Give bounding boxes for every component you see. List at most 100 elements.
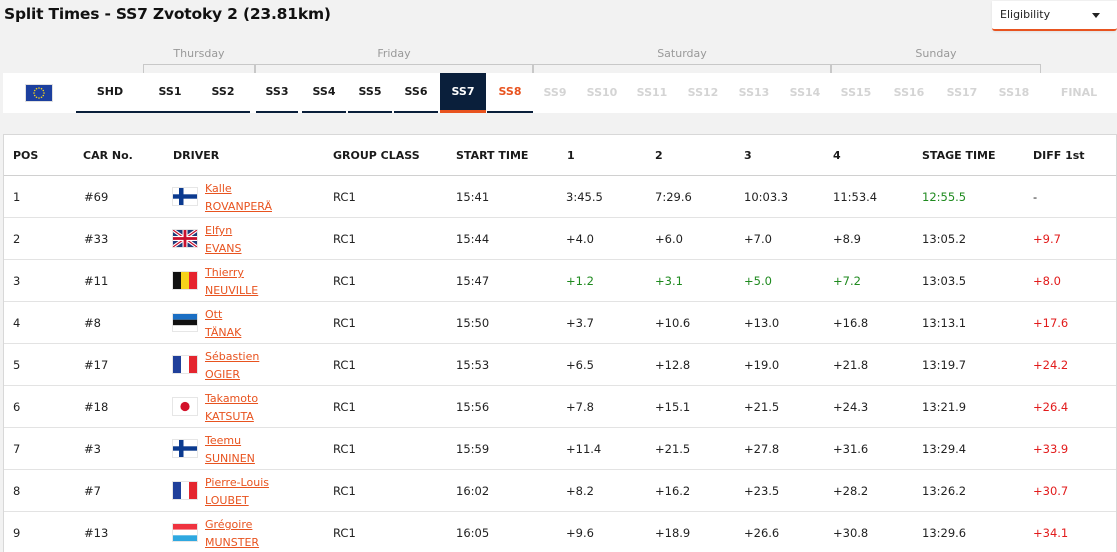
cell-start-time: 15:53 [456,358,490,372]
cell-car-no: #69 [84,190,109,204]
cell-diff-1st: +26.4 [1033,400,1069,414]
cell-start-time: 15:59 [456,442,490,456]
driver-last-name[interactable]: OGIER [205,366,259,384]
cell-diff-1st: +30.7 [1033,484,1069,498]
cell-diff-1st: +33.9 [1033,442,1069,456]
column-header-car-no[interactable]: CAR No. [83,149,133,162]
tab-ss3[interactable]: SS3 [256,73,298,113]
cell-diff-1st: +24.2 [1033,358,1069,372]
driver-first-name[interactable]: Elfyn [205,222,242,240]
cell-car-no: #13 [84,526,109,540]
driver-link[interactable]: Teemu SUNINEN [205,432,255,467]
tab-ss1[interactable]: SS1 [144,73,196,113]
tab-ss8[interactable]: SS8 [487,73,533,113]
day-label-friday: Friday [377,47,411,60]
driver-last-name[interactable]: ROVANPERÄ [205,198,272,216]
cell-split-3: +19.0 [744,358,780,372]
driver-last-name[interactable]: EVANS [205,240,242,258]
tab-ss14[interactable]: SS14 [781,73,829,113]
tab-final[interactable]: FINAL [1053,73,1105,113]
table-row: 4 #8 Ott TÄNAK RC1 15:50 +3.7 +10.6 +13.… [4,302,1116,344]
driver-link[interactable]: Sébastien OGIER [205,348,259,383]
eu-flag-icon[interactable] [25,84,53,102]
column-header-split-3[interactable]: 3 [744,149,752,162]
driver-first-name[interactable]: Pierre-Louis [205,474,269,492]
cell-split-1: +1.2 [566,274,594,288]
driver-last-name[interactable]: LOUBET [205,492,269,510]
day-label-sunday: Sunday [915,47,957,60]
cell-split-4: +8.9 [833,232,861,246]
cell-pos: 2 [13,232,21,246]
driver-first-name[interactable]: Ott [205,306,241,324]
cell-pos: 7 [13,442,21,456]
tab-ss16[interactable]: SS16 [885,73,933,113]
tab-ss5[interactable]: SS5 [348,73,392,113]
cell-car-no: #3 [84,442,101,456]
driver-link[interactable]: Kalle ROVANPERÄ [205,180,272,215]
driver-last-name[interactable]: MUNSTER [205,534,259,552]
driver-first-name[interactable]: Thierry [205,264,258,282]
driver-last-name[interactable]: SUNINEN [205,450,255,468]
driver-first-name[interactable]: Takamoto [205,390,258,408]
tab-shd[interactable]: SHD [76,73,144,113]
estonia-flag-icon [172,313,198,332]
day-bracket-sunday [831,64,1041,73]
cell-start-time: 15:44 [456,232,490,246]
tab-ss12[interactable]: SS12 [679,73,727,113]
cell-group-class: RC1 [333,190,356,204]
column-header-diff-1st[interactable]: DIFF 1st [1033,149,1085,162]
day-bracket-thursday [143,64,255,73]
chevron-down-icon[interactable] [1092,13,1100,18]
tab-ss13[interactable]: SS13 [730,73,778,113]
driver-link[interactable]: Pierre-Louis LOUBET [205,474,269,509]
driver-last-name[interactable]: NEUVILLE [205,282,258,300]
driver-first-name[interactable]: Grégoire [205,516,259,534]
driver-link[interactable]: Takamoto KATSUTA [205,390,258,425]
column-header-stage-time[interactable]: STAGE TIME [922,149,996,162]
driver-link[interactable]: Elfyn EVANS [205,222,242,257]
driver-link[interactable]: Ott TÄNAK [205,306,241,341]
driver-first-name[interactable]: Kalle [205,180,272,198]
cell-split-4: 11:53.4 [833,190,878,204]
column-header-driver[interactable]: DRIVER [173,149,219,162]
cell-split-1: +4.0 [566,232,594,246]
column-header-split-4[interactable]: 4 [833,149,841,162]
driver-first-name[interactable]: Sébastien [205,348,259,366]
column-header-split-1[interactable]: 1 [567,149,575,162]
table-row: 1 #69 Kalle ROVANPERÄ RC1 15:41 3:45.5 7… [4,176,1116,218]
tab-ss6[interactable]: SS6 [394,73,438,113]
tab-ss4[interactable]: SS4 [302,73,346,113]
cell-diff-1st: +9.7 [1033,232,1061,246]
column-header-split-2[interactable]: 2 [655,149,663,162]
tab-ss11[interactable]: SS11 [628,73,676,113]
cell-group-class: RC1 [333,274,356,288]
column-header-group-class[interactable]: GROUP CLASS [333,149,420,162]
driver-link[interactable]: Grégoire MUNSTER [205,516,259,551]
tab-ss9[interactable]: SS9 [534,73,576,113]
cell-car-no: #18 [84,400,109,414]
cell-pos: 3 [13,274,21,288]
cell-start-time: 16:05 [456,526,490,540]
cell-stage-time: 13:29.4 [922,442,967,456]
cell-split-1: +6.5 [566,358,594,372]
tab-ss17[interactable]: SS17 [938,73,986,113]
tab-ss15[interactable]: SS15 [832,73,880,113]
cell-pos: 6 [13,400,21,414]
driver-last-name[interactable]: KATSUTA [205,408,258,426]
driver-link[interactable]: Thierry NEUVILLE [205,264,258,299]
cell-split-2: +16.2 [655,484,691,498]
cell-split-1: 3:45.5 [566,190,603,204]
driver-first-name[interactable]: Teemu [205,432,255,450]
column-header-pos[interactable]: POS [13,149,38,162]
eligibility-dropdown[interactable]: Eligibility [992,1,1117,31]
driver-last-name[interactable]: TÄNAK [205,324,241,342]
tab-ss18[interactable]: SS18 [990,73,1038,113]
tab-ss7[interactable]: SS7 [440,73,486,113]
column-header-start-time[interactable]: START TIME [456,149,528,162]
cell-start-time: 15:41 [456,190,490,204]
cell-split-1: +11.4 [566,442,602,456]
tab-ss2[interactable]: SS2 [196,73,250,113]
cell-pos: 9 [13,526,21,540]
luxembourg-flag-icon [172,523,198,542]
tab-ss10[interactable]: SS10 [578,73,626,113]
